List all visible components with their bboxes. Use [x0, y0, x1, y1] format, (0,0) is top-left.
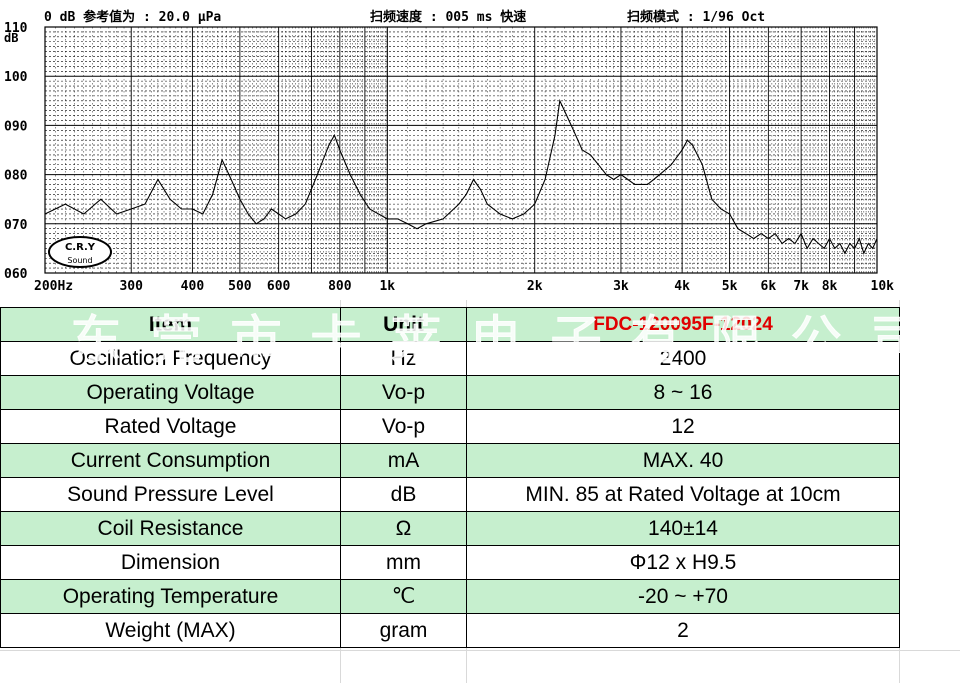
x-tick-label: 400 [181, 279, 205, 294]
x-tick-label: 3k [613, 279, 629, 294]
chart-header-mode: 扫频模式 : 1/96 Oct [627, 9, 765, 25]
row-item: Coil Resistance [0, 511, 341, 546]
x-tick-label: 4k [674, 279, 690, 294]
y-tick-label: 070 [4, 218, 28, 233]
table-row: Oscillation Frequency Hz 2400 [0, 341, 900, 376]
chart-header-ref: 0 dB 参考值为 : 20.0 μPa [44, 9, 221, 25]
x-tick-label: 500 [228, 279, 252, 294]
table-row: Coil Resistance Ω 140±14 [0, 511, 900, 546]
row-value: 2 [466, 613, 900, 648]
x-tick-label: 600 [267, 279, 291, 294]
header-unit: Unit [340, 307, 467, 342]
chart-svg: 110100090080070060dB200Hz 300 400 500 600 800… [4, 9, 895, 294]
y-tick-label: 090 [4, 119, 28, 134]
table-row: Current Consumption mA MAX. 40 [0, 443, 900, 478]
header-item: Item [0, 307, 341, 342]
row-value: MIN. 85 at Rated Voltage at 10cm [466, 477, 900, 512]
row-value: -20 ~ +70 [466, 579, 900, 614]
header-model: FDC-120095F-12024 [466, 307, 900, 342]
y-unit-label: dB [4, 31, 18, 45]
row-item: Current Consumption [0, 443, 341, 478]
x-tick-label: 200Hz [34, 279, 73, 294]
x-tick-label: 7k [793, 279, 809, 294]
y-tick-label: 080 [4, 169, 28, 184]
row-unit: mA [340, 443, 467, 478]
x-tick-label: 5k [722, 279, 738, 294]
row-unit: Ω [340, 511, 467, 546]
spec-table: Item Unit FDC-120095F-12024 Oscillation … [0, 307, 900, 648]
frequency-response-chart: 110 100 090 080 070 060 dB 200Hz 300 400 500 600 800… [0, 0, 960, 300]
row-value: 8 ~ 16 [466, 375, 900, 410]
row-item: Operating Temperature [0, 579, 341, 614]
row-value: Φ12 x H9.5 [466, 545, 900, 580]
sheet-gridline [0, 650, 960, 651]
y-tick-label: 100 [4, 70, 28, 85]
table-row: Rated Voltage Vo-p 12 [0, 409, 900, 444]
logo-subtext: Sound [67, 256, 92, 265]
chart-header-sweep: 扫频速度 : 005 ms 快速 [370, 9, 526, 25]
x-tick-label: 1k [379, 279, 395, 294]
row-value: 2400 [466, 341, 900, 376]
x-tick-label: 800 [328, 279, 352, 294]
row-unit: Vo-p [340, 409, 467, 444]
table-row: Operating Voltage Vo-p 8 ~ 16 [0, 375, 900, 410]
table-row: Sound Pressure Level dB MIN. 85 at Rated… [0, 477, 900, 512]
table-row: Dimension mm Φ12 x H9.5 [0, 545, 900, 580]
row-unit: Hz [340, 341, 467, 376]
row-unit: ℃ [340, 579, 467, 614]
x-tick-label: 300 [119, 279, 143, 294]
row-item: Rated Voltage [0, 409, 341, 444]
x-tick-label: 6k [761, 279, 777, 294]
logo-text: C.R.Y [65, 242, 96, 253]
x-tick-label: 2k [527, 279, 543, 294]
row-item: Sound Pressure Level [0, 477, 341, 512]
y-tick-label: 060 [4, 267, 28, 282]
row-unit: gram [340, 613, 467, 648]
row-value: 12 [466, 409, 900, 444]
table-row: Operating Temperature ℃ -20 ~ +70 [0, 579, 900, 614]
row-item: Operating Voltage [0, 375, 341, 410]
x-tick-label: 8k [822, 279, 838, 294]
row-item: Dimension [0, 545, 341, 580]
row-item: Weight (MAX) [0, 613, 341, 648]
table-row: Weight (MAX) gram 2 [0, 613, 900, 648]
row-value: MAX. 40 [466, 443, 900, 478]
x-tick-label: 10k [871, 279, 895, 294]
row-unit: dB [340, 477, 467, 512]
table-header-row: Item Unit FDC-120095F-12024 [0, 307, 900, 342]
row-item: Oscillation Frequency [0, 341, 341, 376]
row-value: 140±14 [466, 511, 900, 546]
row-unit: mm [340, 545, 467, 580]
row-unit: Vo-p [340, 375, 467, 410]
